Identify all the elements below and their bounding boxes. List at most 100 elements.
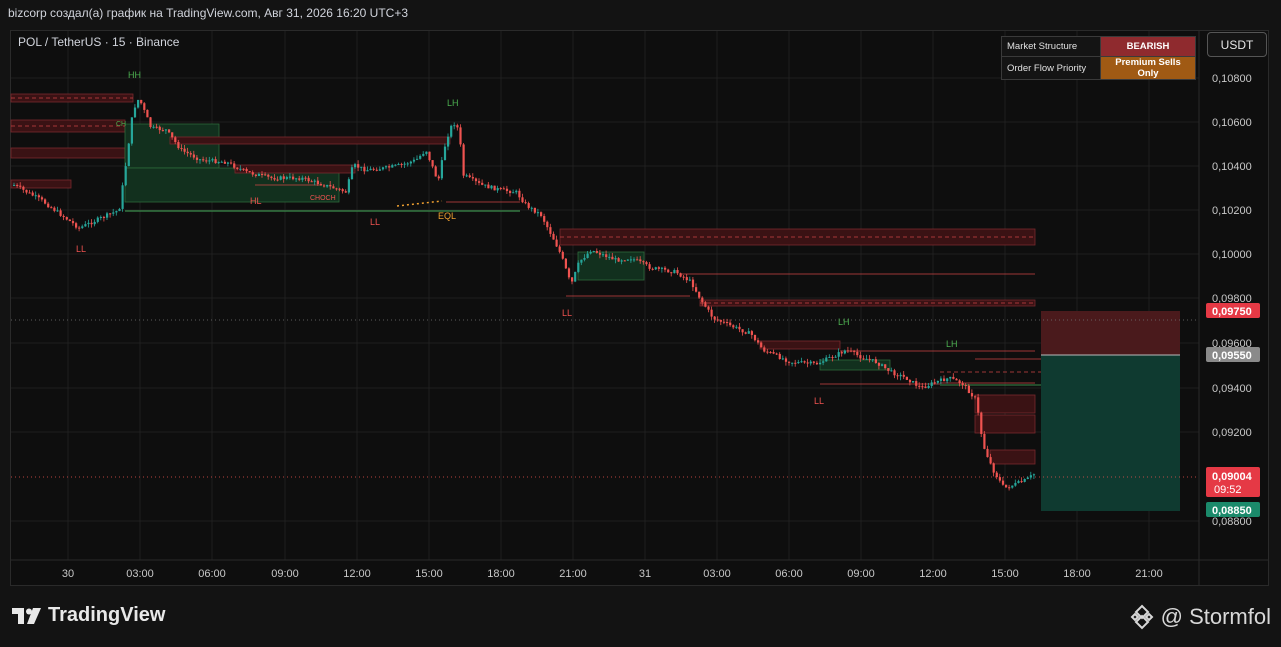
candle-body (664, 267, 667, 270)
candle-body (90, 222, 93, 225)
candle-body (589, 252, 592, 254)
candle-body (561, 251, 564, 259)
candle-body (902, 374, 905, 377)
price-chart[interactable]: HH LH LH LH LL LL LL LL HL EQL CHOCH CH … (0, 0, 1281, 647)
candle-body (800, 361, 803, 363)
price-tick: 0,10600 (1212, 117, 1252, 129)
candle-body (794, 362, 797, 364)
candle-body (865, 358, 868, 360)
candle-body (236, 167, 239, 169)
candle-body (28, 192, 31, 194)
candle-body (512, 192, 515, 194)
candle-body (617, 258, 620, 262)
last-price: 0,09004 (1212, 471, 1253, 483)
candle-body (707, 306, 710, 310)
price-tick: 0,09200 (1212, 427, 1252, 439)
time-tick: 21:00 (559, 568, 587, 580)
candle-body (837, 352, 840, 357)
candle-body (614, 258, 617, 260)
candle-body (620, 260, 623, 262)
symbol-label[interactable]: POL / TetherUS · 15 · Binance (18, 35, 179, 49)
candle-body (301, 177, 304, 180)
candle-body (341, 189, 344, 192)
time-axis: 30 03:00 06:00 09:00 12:00 15:00 18:00 2… (62, 568, 1163, 580)
candle-body (983, 433, 986, 449)
candle-body (825, 357, 828, 362)
order-flow-key: Order Flow Priority (1001, 56, 1101, 80)
candle-body (385, 166, 388, 168)
candle-body (819, 362, 822, 365)
candle-body (186, 151, 189, 154)
candle-body (183, 148, 186, 152)
candle-body (378, 169, 381, 171)
candle-body (93, 221, 96, 225)
market-structure-table: Market Structure BEARISH Order Flow Prio… (1001, 36, 1196, 80)
candle-body (505, 188, 509, 192)
candle-body (726, 322, 729, 324)
tradingview-logo[interactable]: TradingView (12, 604, 165, 627)
price-tick: 0,08800 (1212, 516, 1252, 528)
candle-body (264, 174, 267, 176)
candle-body (580, 259, 583, 263)
candle-body (292, 176, 295, 180)
candle-body (47, 203, 50, 208)
candle-body (295, 178, 298, 180)
candle-body (1023, 478, 1026, 482)
grid-lines (11, 31, 1199, 560)
candle-body (257, 173, 261, 176)
candle-body (685, 277, 688, 281)
candle-body (493, 185, 496, 191)
candle-body (974, 396, 977, 398)
candle-body (970, 393, 974, 397)
candle-body (995, 472, 998, 478)
candle-body (168, 129, 171, 133)
candle-body (450, 125, 453, 137)
time-tick: 15:00 (415, 568, 443, 580)
candle-body (980, 412, 983, 434)
time-tick: 12:00 (343, 568, 371, 580)
candle-body (425, 151, 428, 154)
candle-body (397, 163, 400, 165)
candle-body (326, 184, 329, 187)
candle-body (636, 259, 639, 261)
candle-body (806, 362, 809, 364)
candle-body (226, 162, 230, 164)
candle-body (484, 184, 487, 186)
time-tick: 12:00 (919, 568, 947, 580)
candle-body (571, 277, 574, 282)
currency-button[interactable]: USDT (1207, 32, 1267, 57)
watermark: @ Stormfol (1129, 604, 1271, 630)
candle-body (753, 334, 757, 341)
label-hh: HH (128, 70, 141, 80)
candle-body (912, 381, 915, 383)
label-ll-2: LL (370, 217, 380, 227)
candle-body (75, 223, 78, 228)
candle-body (546, 221, 549, 228)
candle-body (338, 188, 341, 190)
candle-body (84, 224, 87, 227)
candle-body (490, 185, 493, 189)
candle-body (34, 195, 37, 197)
candle-body (462, 144, 465, 176)
time-tick: 06:00 (198, 568, 226, 580)
candle-body (846, 350, 850, 352)
time-tick: 30 (62, 568, 74, 580)
candle-body (778, 353, 781, 359)
candle-body (899, 374, 902, 377)
candle-body (1011, 485, 1014, 488)
candle-body (465, 175, 468, 177)
label-hl: HL (250, 196, 262, 206)
candle-body (877, 363, 881, 366)
candle-body (760, 342, 763, 348)
candle-body (422, 153, 425, 156)
label-lh-1: LH (447, 98, 459, 108)
candle-body (106, 213, 109, 218)
candle-body (211, 159, 214, 161)
label-ll-3: LL (562, 308, 572, 318)
candle-body (25, 189, 28, 193)
candle-body (992, 463, 995, 473)
candle-body (53, 207, 56, 211)
candle-body (65, 217, 68, 220)
candle-body (729, 322, 732, 326)
candle-body (676, 270, 679, 274)
